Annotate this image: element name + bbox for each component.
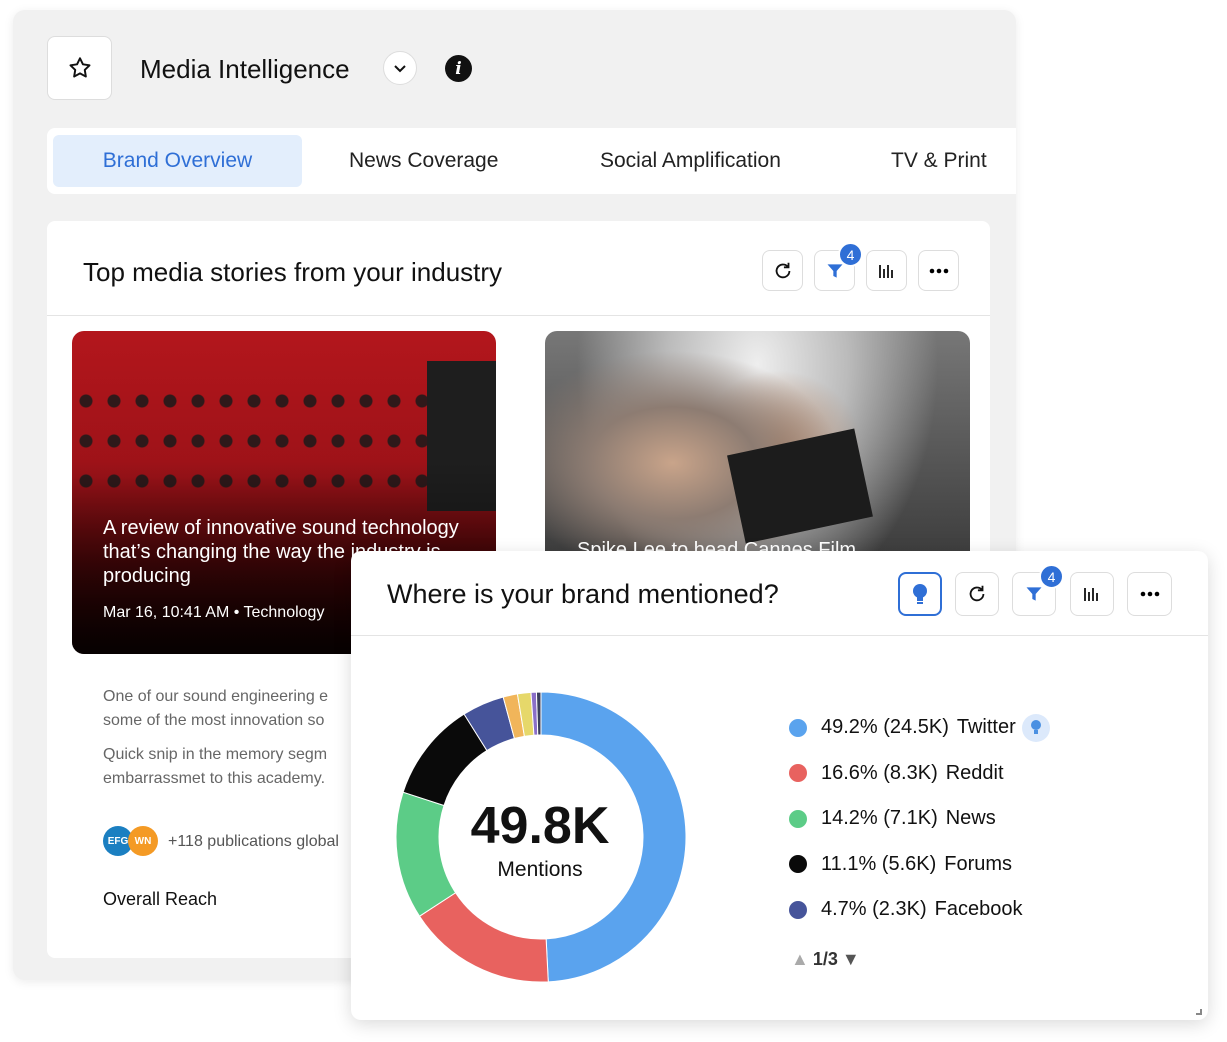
refresh-button[interactable] [762, 250, 803, 291]
legend-item[interactable]: 16.6% (8.3K) Reddit [789, 751, 1089, 797]
legend-swatch [789, 764, 807, 783]
info-icon[interactable]: i [445, 55, 472, 82]
pager-down-icon[interactable]: ▼ [842, 949, 860, 970]
donut-slice-other-8[interactable] [535, 691, 542, 736]
bullet-text: some of the most innovation so [103, 712, 325, 729]
bar-chart-icon [1084, 588, 1098, 601]
story-bullet: •One of our sound engineering esome of t… [103, 685, 353, 733]
legend-swatch [789, 855, 807, 874]
legend-pager: ▲ 1/3 ▼ [791, 949, 860, 970]
refresh-icon [969, 585, 985, 602]
resize-handle[interactable] [1196, 1009, 1202, 1015]
total-mentions: 49.8K [470, 797, 610, 855]
divider [351, 635, 1208, 636]
legend-label: Forums [944, 852, 1013, 875]
reach-label: Overall Reach [103, 889, 218, 909]
tab-bar: Brand Overview News Coverage Social Ampl… [47, 128, 1016, 194]
dashboard-switcher-button[interactable] [383, 51, 417, 85]
insight-lightbulb-icon[interactable] [1021, 713, 1050, 742]
widget-title: Where is your brand mentioned? [387, 579, 779, 609]
star-icon [68, 57, 91, 78]
insights-button[interactable] [898, 572, 942, 616]
clapperboard-image [727, 428, 873, 544]
tab-social-amplification[interactable]: Social Amplification [600, 135, 781, 187]
lightbulb-icon [913, 584, 927, 604]
publications-count[interactable]: +118 publications global [168, 833, 339, 851]
chart-legend: 49.2% (24.5K) Twitter 16.6% (8.3K) Reddit 14… [789, 705, 1089, 941]
filter-count-badge: 4 [1039, 564, 1064, 589]
legend-item[interactable]: 14.2% (7.1K) News [789, 796, 1089, 842]
more-options-button[interactable] [1127, 572, 1172, 616]
pager-text: 1/3 [812, 949, 838, 969]
mentions-widget: Where is your brand mentioned? 4 49.8K M… [351, 551, 1208, 1020]
legend-value: 11.1% (5.6K) [821, 852, 937, 875]
legend-swatch [789, 900, 807, 919]
widget-title: Top media stories from your industry [83, 257, 503, 287]
bullet-text: Quick snip in the memory segm [103, 746, 328, 763]
legend-value: 16.6% (8.3K) [821, 761, 938, 784]
bullet-text: embarrassmet to this academy. [103, 770, 326, 787]
legend-label: Twitter [956, 716, 1016, 739]
legend-value: 14.2% (7.1K) [821, 807, 938, 830]
chevron-down-icon [394, 65, 406, 73]
legend-swatch [789, 718, 807, 737]
legend-label: News [945, 807, 996, 830]
divider [47, 315, 990, 316]
legend-item[interactable]: 1.6% (774)Blogs/Website [789, 933, 1089, 942]
story-bullet: •Quick snip in the memory segmembarrassm… [103, 743, 353, 791]
total-mentions-label: Mentions [497, 858, 583, 881]
legend-item[interactable]: 4.7% (2.3K) Facebook [789, 887, 1089, 933]
more-icon [929, 268, 948, 273]
publisher-avatar: WN [128, 826, 158, 856]
legend-label: Reddit [945, 761, 1004, 784]
favorite-button[interactable] [47, 36, 112, 100]
pager-up-icon[interactable]: ▲ [791, 949, 809, 970]
more-icon [1140, 591, 1159, 597]
bar-chart-icon [878, 264, 893, 278]
legend-value: 4.7% (2.3K) [821, 898, 927, 921]
filter-icon [1026, 587, 1042, 601]
tab-news-coverage[interactable]: News Coverage [349, 135, 498, 187]
more-options-button[interactable] [918, 250, 959, 291]
legend-label: Facebook [934, 898, 1023, 921]
chart-type-button[interactable] [1070, 572, 1114, 616]
refresh-button[interactable] [955, 572, 999, 616]
filter-count-badge: 4 [838, 242, 863, 267]
chart-type-button[interactable] [866, 250, 907, 291]
legend-item[interactable]: 11.1% (5.6K) Forums [789, 842, 1089, 888]
legend-swatch [789, 809, 807, 828]
legend-item[interactable]: 49.2% (24.5K) Twitter [789, 705, 1089, 751]
bullet-text: One of our sound engineering e [103, 688, 329, 705]
dashboard-title: Media Intelligence [140, 54, 350, 84]
refresh-icon [775, 262, 790, 278]
story-meta: Mar 16, 10:41 AM • Technology [103, 604, 325, 621]
donut-slice-reddit[interactable] [418, 892, 549, 983]
tab-brand-overview[interactable]: Brand Overview [53, 135, 302, 187]
legend-value: 49.2% (24.5K) [821, 716, 949, 739]
tab-tv-print[interactable]: TV & Print [891, 135, 987, 187]
